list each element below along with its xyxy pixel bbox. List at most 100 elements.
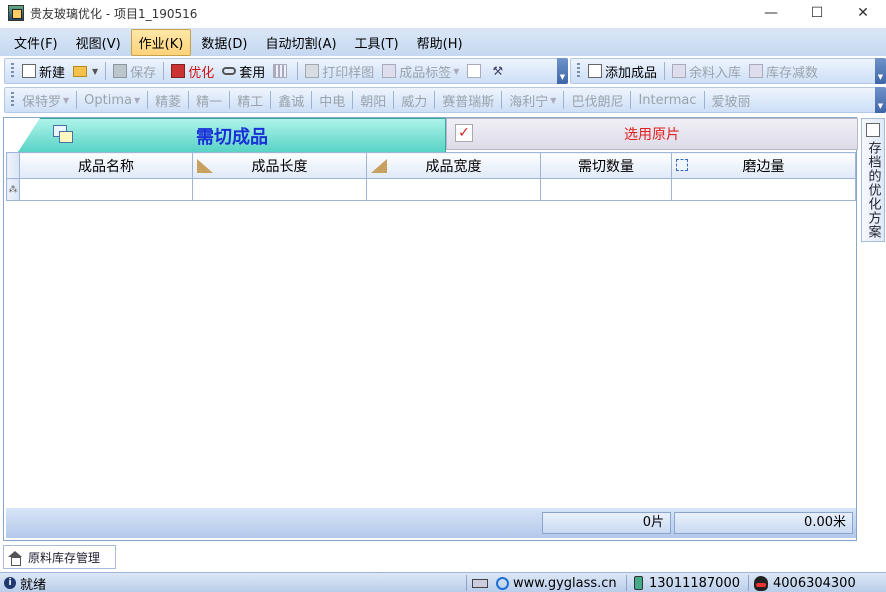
app-icon	[8, 5, 24, 21]
browser-icon	[496, 576, 509, 590]
hammer-wrench-icon: ⚒	[492, 64, 504, 78]
toolbar-overflow-button[interactable]: ▼	[875, 58, 886, 84]
row-header-corner[interactable]	[6, 152, 20, 179]
folder-open-icon	[73, 65, 88, 77]
column-header-quantity[interactable]: 需切数量	[540, 152, 672, 179]
machine-button[interactable]: 朝阳	[356, 89, 390, 111]
dropdown-arrow-icon[interactable]: ▼	[453, 67, 459, 76]
keyboard-status	[472, 574, 488, 592]
keyboard-icon	[472, 578, 488, 588]
toolbar-overflow-button[interactable]: ▼	[557, 58, 568, 84]
column-header-name[interactable]: 成品名称	[19, 152, 193, 179]
products-table: 成品名称 成品长度 成品宽度 需切数量 磨边量 ⁂	[6, 152, 856, 201]
bottom-tab-label: 原料库存管理	[28, 550, 101, 565]
checkbox-checked-icon: ✓	[455, 124, 473, 142]
add-product-button[interactable]: 添加成品	[584, 60, 661, 82]
main-toolbar: 新建 ▼ 保存 优化 套用 打印样图 成品标签 ▼ ⚒ ▼	[4, 58, 568, 84]
tools-button[interactable]: ⚒	[488, 60, 510, 82]
machine-button[interactable]: 精一	[192, 89, 226, 111]
side-tab-label: 存档的优化方案	[865, 141, 881, 239]
tab-label: 需切成品	[196, 126, 268, 148]
tab-products-to-cut[interactable]: 需切成品	[18, 118, 446, 152]
machine-button[interactable]: 保特罗 ▼	[18, 89, 73, 111]
new-label: 新建	[39, 65, 66, 81]
website-link[interactable]: www.gyglass.cn	[496, 574, 617, 592]
cell-length[interactable]	[192, 178, 367, 201]
stock-reduce-label: 库存减数	[766, 65, 819, 81]
machine-toolbar: 保特罗 ▼ Optima ▼ 精菱 精一 精工 鑫诚 中电 朝阳 威力 赛普瑞斯 海…	[4, 87, 886, 113]
dropdown-arrow-icon[interactable]: ▼	[63, 96, 69, 105]
toolbar-grip[interactable]	[11, 63, 14, 79]
home-icon	[8, 550, 22, 566]
apply-label: 套用	[239, 65, 266, 81]
column-header-width[interactable]: 成品宽度	[366, 152, 541, 179]
new-row-marker[interactable]: ⁂	[6, 178, 20, 201]
dropdown-arrow-icon[interactable]: ▼	[92, 67, 98, 76]
apply-button[interactable]: 套用	[218, 60, 269, 82]
remnant-in-button[interactable]: 余料入库	[668, 60, 745, 82]
machine-button[interactable]: Optima ▼	[80, 89, 144, 111]
machine-button[interactable]: 海利宁 ▼	[505, 89, 560, 111]
toolbar-overflow-button[interactable]: ▼	[875, 87, 886, 113]
save-button[interactable]: 保存	[109, 60, 160, 82]
menu-data[interactable]: 数据(D)	[193, 29, 255, 56]
toolbar-grip[interactable]	[577, 63, 580, 79]
toolbar-grip[interactable]	[11, 92, 14, 108]
document-button[interactable]	[463, 60, 488, 82]
product-label-text: 成品标签	[399, 65, 452, 81]
products-grid[interactable]: 成品名称 成品长度 成品宽度 需切数量 磨边量 ⁂	[6, 152, 856, 506]
open-button[interactable]: ▼	[69, 60, 102, 82]
cell-quantity[interactable]	[540, 178, 672, 201]
product-label-button[interactable]: 成品标签 ▼	[378, 60, 463, 82]
column-header-edging[interactable]: 磨边量	[671, 152, 856, 179]
menu-view[interactable]: 视图(V)	[68, 29, 129, 56]
saved-plans-side-tab[interactable]: 存档的优化方案	[861, 118, 885, 242]
products-stack-icon	[53, 125, 73, 143]
phone-info: 13011187000	[634, 574, 740, 592]
dropdown-arrow-icon[interactable]: ▼	[134, 96, 140, 105]
cell-width[interactable]	[366, 178, 541, 201]
tab-label: 选用原片	[624, 127, 680, 143]
new-button[interactable]: 新建	[18, 60, 69, 82]
machine-button[interactable]: 精菱	[151, 89, 185, 111]
machine-button[interactable]: 爱玻丽	[708, 89, 755, 111]
menu-file[interactable]: 文件(F)	[6, 29, 66, 56]
menu-auto-cut[interactable]: 自动切割(A)	[258, 29, 345, 56]
close-button[interactable]: ✕	[840, 0, 886, 26]
cell-name[interactable]	[19, 178, 193, 201]
table-row[interactable]: ⁂	[6, 178, 856, 201]
machine-button[interactable]: 鑫诚	[274, 89, 308, 111]
new-document-icon	[22, 64, 36, 78]
phone-icon	[634, 576, 643, 590]
menu-tools[interactable]: 工具(T)	[347, 29, 407, 56]
cell-edging[interactable]	[671, 178, 856, 201]
stock-icon	[749, 64, 764, 78]
layout-grid-button[interactable]	[269, 60, 294, 82]
tab-material-stock[interactable]: 原料库存管理	[3, 545, 116, 569]
column-header-length[interactable]: 成品长度	[192, 152, 367, 179]
optimize-button[interactable]: 优化	[167, 60, 218, 82]
minimize-button[interactable]: —	[748, 0, 794, 26]
print-sample-button[interactable]: 打印样图	[301, 60, 378, 82]
tab-selected-sheets[interactable]: ✓ 选用原片	[446, 118, 858, 150]
document-icon	[467, 64, 482, 78]
products-panel: 需切成品 ✓ 选用原片 成品名称 成品长度 成品宽度 需切数量 磨边量 ⁂ 0片…	[3, 117, 858, 541]
total-length: 0.00米	[674, 512, 853, 534]
dropdown-arrow-icon[interactable]: ▼	[550, 96, 556, 105]
machine-button[interactable]: 威力	[397, 89, 431, 111]
stock-reduce-button[interactable]: 库存减数	[745, 60, 822, 82]
menu-job[interactable]: 作业(K)	[130, 28, 192, 56]
maximize-button[interactable]: ☐	[794, 0, 840, 26]
machine-button[interactable]: 精工	[233, 89, 267, 111]
machine-button[interactable]: Intermac	[634, 89, 700, 111]
machine-button[interactable]: 赛普瑞斯	[438, 89, 498, 111]
title-bar: 贵友玻璃优化 - 项目1_190516 — ☐ ✕	[0, 0, 886, 26]
qq-contact[interactable]: 4006304300	[754, 574, 856, 592]
ruler-triangle-icon	[371, 159, 387, 173]
menu-help[interactable]: 帮助(H)	[409, 29, 471, 56]
optimize-icon	[171, 64, 186, 78]
window-title: 贵友玻璃优化 - 项目1_190516	[30, 6, 198, 21]
machine-button[interactable]: 巴伐朗尼	[567, 89, 627, 111]
remnant-in-label: 余料入库	[689, 65, 742, 81]
machine-button[interactable]: 中电	[315, 89, 349, 111]
